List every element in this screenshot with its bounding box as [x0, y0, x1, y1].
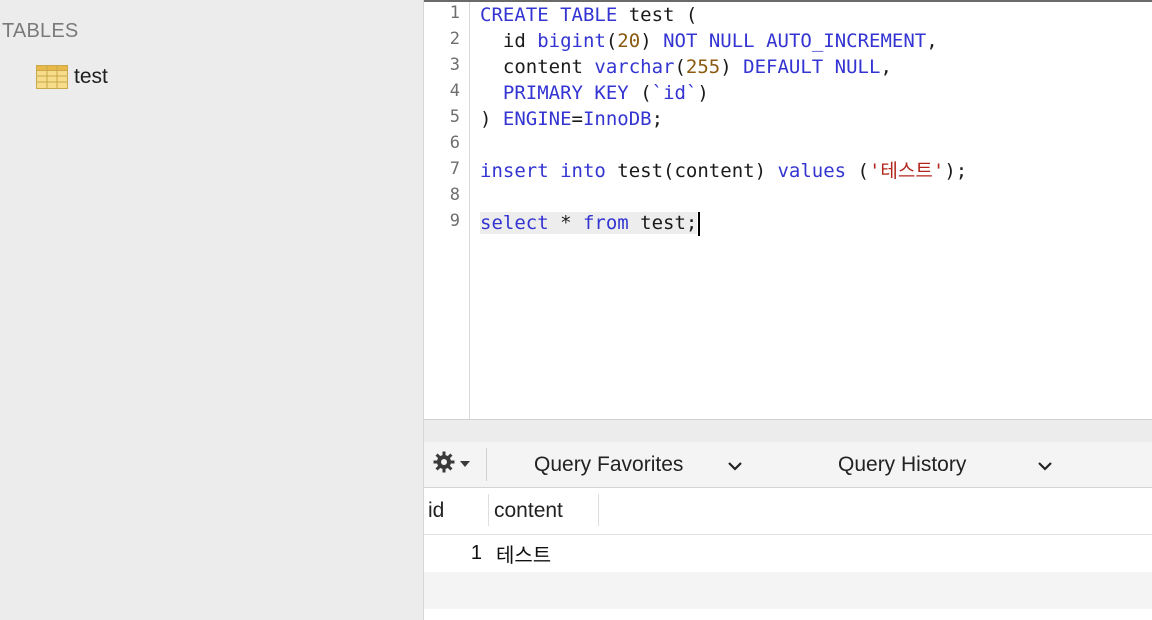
query-favorites-dropdown[interactable]: Query Favorites: [534, 448, 754, 481]
query-toolbar: Query Favorites Query History: [424, 442, 1152, 488]
chevron-down-icon: [728, 458, 742, 476]
code-line-7[interactable]: insert into test(content) values ('테스트')…: [480, 158, 967, 184]
empty-table-row: [424, 572, 1152, 609]
chevron-down-icon: [1038, 458, 1052, 476]
sidebar-item-test[interactable]: test: [36, 62, 108, 92]
table-row[interactable]: 1 테스트: [424, 535, 1152, 572]
line-number: 7: [449, 159, 460, 179]
code-line-2[interactable]: id bigint(20) NOT NULL AUTO_INCREMENT,: [480, 28, 938, 54]
line-number: 2: [449, 29, 460, 49]
code-line-5[interactable]: ) ENGINE=InnoDB;: [480, 106, 663, 132]
code-line-3[interactable]: content varchar(255) DEFAULT NULL,: [480, 54, 892, 80]
query-history-label: Query History: [838, 452, 967, 476]
line-number: 4: [449, 81, 460, 101]
sidebar-heading: TABLES: [2, 20, 79, 42]
text-cursor: [698, 211, 701, 236]
column-divider[interactable]: [598, 494, 599, 526]
column-header-id[interactable]: id: [428, 488, 444, 534]
results-table-header: id content: [424, 488, 1152, 535]
caret-down-icon: [460, 455, 470, 473]
table-icon: [36, 65, 68, 89]
line-number: 9: [449, 211, 460, 231]
line-number: 5: [449, 107, 460, 127]
line-number: 3: [449, 55, 460, 75]
cell-content[interactable]: 테스트: [496, 535, 551, 572]
query-history-dropdown[interactable]: Query History: [838, 448, 1068, 481]
cell-id[interactable]: 1: [424, 535, 482, 572]
code-line-4[interactable]: PRIMARY KEY (`id`): [480, 80, 709, 106]
line-number-gutter: 1 2 3 4 5 6 7 8 9: [424, 2, 470, 419]
toolbar-divider: [486, 448, 487, 481]
column-divider[interactable]: [488, 494, 489, 526]
empty-table-row: [424, 609, 1152, 620]
column-header-content[interactable]: content: [494, 488, 563, 534]
sql-editor[interactable]: 1 2 3 4 5 6 7 8 9 CREATE TABLE test ( id…: [424, 0, 1152, 421]
code-line-9[interactable]: select * from test;: [480, 210, 701, 236]
line-number: 1: [449, 3, 460, 23]
query-favorites-label: Query Favorites: [534, 452, 684, 476]
gear-menu-button[interactable]: [432, 450, 478, 478]
code-line-1[interactable]: CREATE TABLE test (: [480, 2, 697, 28]
line-number: 6: [449, 133, 460, 153]
sidebar: TABLES test: [0, 0, 424, 620]
line-number: 8: [449, 185, 460, 205]
gear-icon: [432, 450, 456, 479]
sidebar-item-label: test: [74, 65, 108, 88]
pane-splitter[interactable]: [424, 419, 1152, 443]
